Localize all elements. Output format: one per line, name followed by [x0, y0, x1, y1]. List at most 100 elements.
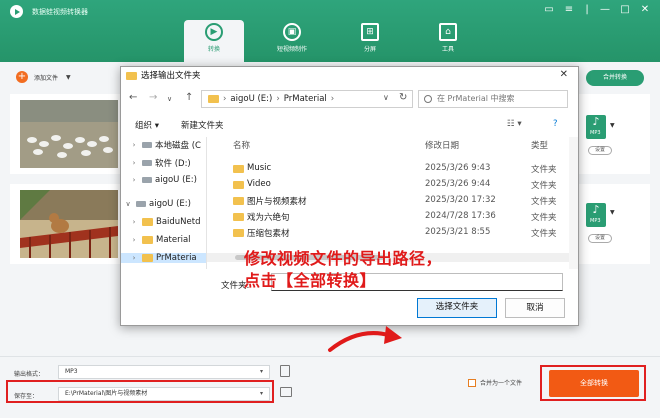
- maximize-icon[interactable]: □: [618, 4, 632, 15]
- tree-item[interactable]: › Material: [129, 235, 191, 245]
- file-date: 2025/3/26 9:43: [425, 163, 491, 173]
- settings-button[interactable]: 设置: [588, 234, 612, 243]
- table-row[interactable]: 戏为六绝句 2024/7/28 17:36 文件夹: [219, 209, 569, 224]
- forward-icon[interactable]: →: [149, 92, 157, 103]
- folder-icon: [142, 236, 153, 244]
- chevron-right-icon[interactable]: ›: [129, 141, 139, 149]
- tree-item-selected[interactable]: › PrMateria: [121, 253, 206, 263]
- column-name[interactable]: 名称: [233, 139, 250, 151]
- new-folder-button[interactable]: 新建文件夹: [181, 119, 224, 131]
- table-row[interactable]: 图片与视频素材 2025/3/20 17:32 文件夹: [219, 193, 569, 208]
- annotation-arrow-icon: [328, 326, 402, 352]
- merge-checkbox[interactable]: 合并为一个文件: [468, 378, 522, 387]
- chevron-down-icon[interactable]: ▼: [610, 122, 615, 129]
- dialog-title: 选择输出文件夹: [141, 71, 201, 81]
- output-format-label: 输出格式：: [14, 371, 45, 378]
- tab-convert[interactable]: ▶ 转换: [184, 20, 244, 62]
- search-placeholder: 在 PrMaterial 中搜索: [437, 94, 515, 103]
- folder-icon: [233, 229, 244, 237]
- tab-toolbox[interactable]: ⌂ 工具: [418, 20, 478, 62]
- settings-button[interactable]: 设置: [588, 146, 612, 155]
- add-file-label: 添加文件: [34, 74, 59, 82]
- annotation-line-2: 点击【全部转换】: [244, 271, 377, 290]
- tree-item[interactable]: › 本地磁盘 (C: [129, 139, 201, 151]
- annotation-text: 修改视频文件的导出路径， 点击【全部转换】: [244, 248, 442, 292]
- chevron-down-icon[interactable]: ▼: [610, 209, 615, 216]
- output-format-select[interactable]: MP3 ▾: [58, 365, 270, 379]
- file-name: Video: [247, 179, 271, 189]
- file-date: 2025/3/26 9:44: [425, 179, 491, 189]
- tree-item[interactable]: › aigoU (E:): [129, 175, 197, 185]
- tree-label: aigoU (E:): [155, 175, 197, 185]
- tree-item[interactable]: › BaiduNetd: [129, 217, 201, 227]
- select-folder-button[interactable]: 选择文件夹: [417, 298, 497, 318]
- file-name: Music: [247, 163, 272, 173]
- add-file-button[interactable]: + 添加文件 ▼: [16, 70, 71, 84]
- chevron-down-icon[interactable]: ▼: [66, 74, 71, 81]
- chevron-right-icon[interactable]: ›: [129, 254, 139, 262]
- back-icon[interactable]: ←: [129, 92, 137, 103]
- refresh-icon[interactable]: ↻: [399, 92, 407, 103]
- table-row[interactable]: 压缩包素材 2025/3/21 8:55 文件夹: [219, 225, 569, 240]
- close-icon[interactable]: ✕: [638, 4, 652, 15]
- open-folder-icon[interactable]: [280, 387, 292, 397]
- chevron-down-icon[interactable]: ∨: [383, 93, 389, 102]
- chevron-right-icon[interactable]: ›: [129, 176, 139, 184]
- video-make-icon: ▣: [283, 23, 301, 41]
- menu-icon[interactable]: ≡: [562, 4, 576, 15]
- file-name: 压缩包素材: [247, 229, 290, 239]
- tree-item[interactable]: ∨ aigoU (E:): [123, 199, 191, 209]
- search-input[interactable]: 在 PrMaterial 中搜索: [418, 90, 568, 108]
- minimize-icon[interactable]: —: [598, 4, 612, 15]
- tree-label: 软件 (D:): [155, 159, 191, 169]
- search-icon: [424, 95, 432, 103]
- drive-icon: [142, 177, 152, 183]
- organize-menu[interactable]: 组织 ▾: [135, 119, 159, 131]
- toolbox-icon: ⌂: [439, 23, 457, 41]
- table-row[interactable]: Video 2025/3/26 9:44 文件夹: [219, 177, 569, 192]
- format-badge: MP3: [590, 130, 601, 136]
- tab-split-screen[interactable]: ⊞ 分屏: [340, 20, 400, 62]
- vertical-scrollbar[interactable]: [569, 137, 578, 269]
- table-row[interactable]: Music 2025/3/26 9:43 文件夹: [219, 161, 569, 176]
- chevron-right-icon[interactable]: ›: [129, 218, 139, 226]
- plus-icon: +: [16, 71, 28, 83]
- file-date: 2025/3/21 8:55: [425, 227, 491, 237]
- close-icon[interactable]: ✕: [560, 69, 568, 80]
- column-date[interactable]: 修改日期: [425, 139, 459, 151]
- file-type: 文件夹: [531, 213, 557, 223]
- breadcrumb-drive[interactable]: aigoU (E:): [230, 91, 272, 107]
- video-thumbnail-cat: [20, 190, 118, 258]
- file-type: 文件夹: [531, 197, 557, 207]
- tab-video-make[interactable]: ▣ 短视频制作: [262, 20, 322, 62]
- file-name: 戏为六绝句: [247, 213, 290, 223]
- checkbox-icon: [468, 378, 476, 387]
- chevron-right-icon[interactable]: ›: [129, 236, 139, 244]
- merge-convert-button[interactable]: 合并转换: [586, 70, 644, 86]
- chevron-down-icon[interactable]: ∨: [167, 95, 172, 103]
- chevron-right-icon[interactable]: ›: [129, 159, 139, 167]
- file-type: 文件夹: [531, 229, 557, 239]
- divider-icon: |: [585, 4, 589, 15]
- message-icon[interactable]: ▭: [542, 4, 556, 15]
- cancel-button[interactable]: 取消: [505, 298, 565, 318]
- help-icon[interactable]: ?: [553, 119, 558, 129]
- annotation-line-1: 修改视频文件的导出路径，: [244, 249, 443, 268]
- column-type[interactable]: 类型: [531, 139, 548, 151]
- breadcrumb-separator: ›: [223, 94, 227, 104]
- tab-label: 短视频制作: [276, 46, 307, 53]
- chevron-down-icon[interactable]: ∨: [123, 200, 133, 208]
- address-bar[interactable]: › aigoU (E:) › PrMaterial ›: [201, 90, 413, 108]
- up-icon[interactable]: ↑: [185, 92, 193, 103]
- view-options-icon[interactable]: ☷ ▾: [507, 119, 522, 129]
- folder-icon: [208, 95, 219, 103]
- tree-item[interactable]: › 软件 (D:): [129, 157, 191, 169]
- file-name: 图片与视频素材: [247, 197, 307, 207]
- convert-all-highlight: [540, 365, 646, 401]
- breadcrumb-folder[interactable]: PrMaterial: [284, 91, 327, 107]
- format-settings-icon[interactable]: [280, 365, 290, 377]
- breadcrumb-separator: ›: [276, 94, 280, 104]
- save-path-highlight: [6, 380, 274, 403]
- tree-label: aigoU (E:): [149, 199, 191, 209]
- file-type: 文件夹: [531, 165, 557, 175]
